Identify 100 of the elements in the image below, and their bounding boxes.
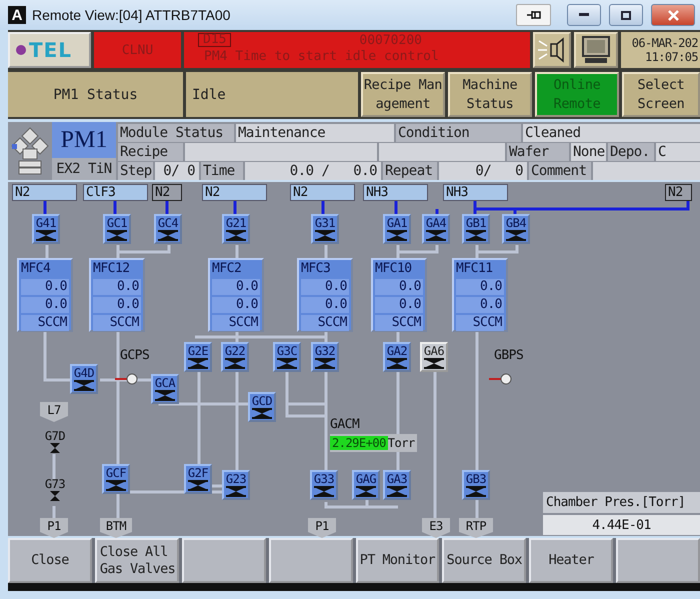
nav-button[interactable]: Machine Status <box>448 72 532 117</box>
mass-flow-controller[interactable]: MFC2 0.0 0.0 SCCM <box>208 258 264 332</box>
field-label: Time <box>201 162 243 180</box>
gauge-label: GACM <box>330 417 360 432</box>
valve-symbol-icon <box>188 358 208 369</box>
valve-button[interactable]: G4D <box>70 364 98 394</box>
close-button[interactable] <box>651 4 695 26</box>
valve-symbol-icon <box>387 486 407 497</box>
command-button[interactable]: Source Box <box>442 538 526 583</box>
valve-button[interactable]: GB4 <box>502 214 530 244</box>
valve-symbol-icon <box>225 358 245 369</box>
valve-button[interactable]: GCD <box>248 392 276 422</box>
gauge-label: GBPS <box>494 348 524 363</box>
valve-button[interactable]: GA2 <box>383 342 411 372</box>
valve-symbol-icon <box>356 486 376 497</box>
chamber-pressure-label: Chamber Pres.[Torr] <box>543 492 700 513</box>
valve-button[interactable]: G73 <box>42 478 68 501</box>
field-value: 0.0 / 0.0 <box>245 162 381 180</box>
valve-button[interactable]: G7D <box>42 430 68 453</box>
maximize-button[interactable] <box>609 4 643 26</box>
valve-button[interactable]: G21 <box>222 214 250 244</box>
mass-flow-controller[interactable]: MFC12 0.0 0.0 SCCM <box>89 258 145 332</box>
valve-button[interactable]: G23 <box>222 470 250 500</box>
gauge-label: GCPS <box>120 348 150 363</box>
mass-flow-controller[interactable]: MFC10 0.0 0.0 SCCM <box>371 258 427 332</box>
command-button[interactable]: Close All Gas Valves <box>94 538 179 583</box>
port-tag: E3 <box>422 518 450 538</box>
valve-button[interactable]: G33 <box>310 470 338 500</box>
horn-icon <box>537 37 567 63</box>
valve-button[interactable]: GAG <box>352 470 380 500</box>
mass-flow-controller[interactable]: MFC11 0.0 0.0 SCCM <box>452 258 508 332</box>
valve-button[interactable]: G31 <box>311 214 339 244</box>
status-text: Idle <box>186 72 358 117</box>
mfc-setpoint: 0.0 <box>93 279 141 295</box>
nav-button[interactable]: Select Screen <box>622 72 700 117</box>
valve-button[interactable]: GCF <box>102 464 130 494</box>
valve-button[interactable]: G3C <box>273 342 301 372</box>
valve-button[interactable]: G2F <box>184 464 212 494</box>
field-label: Wafer <box>507 143 569 161</box>
pressure-unit: Torr <box>388 436 415 450</box>
valve-button[interactable]: GCA <box>151 374 179 404</box>
field-label: Condition <box>396 124 521 142</box>
valve-symbol-icon <box>466 230 486 241</box>
message-code: 00070200 <box>359 33 422 48</box>
mfc-reading: 0.0 <box>456 297 504 313</box>
command-button[interactable]: Close <box>8 538 92 583</box>
field-value: Cleaned <box>523 124 700 142</box>
field-label: Comment <box>529 162 591 180</box>
mfc-setpoint: 0.0 <box>21 279 69 295</box>
mfc-unit: SCCM <box>93 315 141 331</box>
valve-button[interactable]: GA3 <box>383 470 411 500</box>
mass-flow-controller[interactable]: MFC3 0.0 0.0 SCCM <box>297 258 353 332</box>
mfc-reading: 0.0 <box>93 297 141 313</box>
valve-symbol-icon <box>387 230 407 241</box>
valve-button[interactable]: GA4 <box>422 214 450 244</box>
port-tag: RTP <box>459 518 493 538</box>
buzzer-button[interactable] <box>533 32 571 68</box>
close-icon <box>668 10 678 20</box>
valve-button[interactable]: GC1 <box>103 214 131 244</box>
nav-button[interactable]: Recipe Man agement <box>361 72 445 117</box>
minimize-button[interactable] <box>567 4 601 26</box>
module-type: EX2 TiN <box>52 158 116 180</box>
valve-button[interactable]: GB3 <box>462 470 490 500</box>
command-button[interactable]: PT Monitor <box>356 538 440 583</box>
port-tag: L7 <box>40 402 68 422</box>
module-name: PM1 <box>52 122 116 158</box>
valve-button[interactable]: G22 <box>221 342 249 372</box>
pin-icon <box>526 9 542 21</box>
valve-symbol-icon <box>277 358 297 369</box>
valve-symbol-icon <box>506 230 526 241</box>
valve-symbol-icon <box>226 230 246 241</box>
monitor-button[interactable] <box>574 32 618 68</box>
gas-line-label: N2 <box>290 184 355 201</box>
mass-flow-controller[interactable]: MFC4 0.0 0.0 SCCM <box>17 258 73 332</box>
gas-line-label: NH3 <box>363 184 428 201</box>
mfc-label: MFC2 <box>212 261 242 277</box>
mfc-label: MFC4 <box>21 261 52 277</box>
field-value: Maintenance <box>236 124 394 142</box>
field-label: Module Status <box>118 124 234 142</box>
alarm-indicator: CLNU <box>94 32 181 68</box>
monitor-icon <box>581 36 611 64</box>
valve-symbol-icon <box>74 380 94 391</box>
valve-symbol-icon <box>314 486 334 497</box>
alarm-message: PM4 Time to start idle control <box>204 49 439 64</box>
time-text: 11:07:05 <box>645 50 698 64</box>
valve-button[interactable]: GC4 <box>154 214 182 244</box>
valve-symbol-icon <box>426 230 446 241</box>
valve-button[interactable]: GB1 <box>462 214 490 244</box>
command-button[interactable]: Heater <box>529 538 614 583</box>
mfc-reading: 0.0 <box>212 297 260 313</box>
gas-line-label: N2 <box>152 184 182 201</box>
valve-button[interactable]: G41 <box>32 214 60 244</box>
valve-button[interactable]: G2E <box>184 342 212 372</box>
valve-button[interactable]: GA6 <box>420 342 448 372</box>
module-icon <box>11 127 49 175</box>
valve-button[interactable]: G32 <box>311 342 339 372</box>
valve-button[interactable]: GA1 <box>383 214 411 244</box>
valve-symbol-icon <box>36 230 56 241</box>
mfc-unit: SCCM <box>375 315 423 331</box>
pin-button[interactable] <box>516 4 551 26</box>
